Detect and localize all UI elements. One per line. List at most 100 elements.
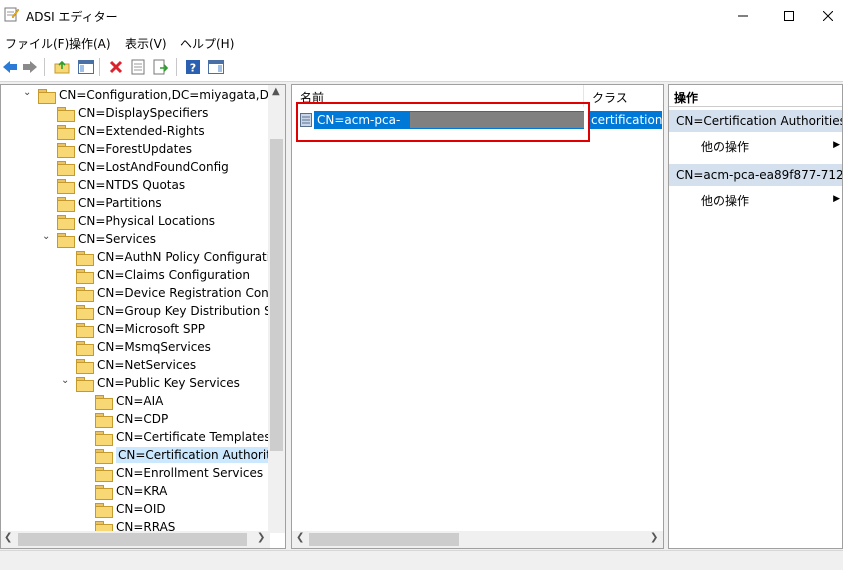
tree-item[interactable]: CN=Configuration,DC=miyagata,DC=loc [38,86,286,104]
action-group-title: CN=acm-pca-ea89f877-712... [676,168,843,182]
show-hide-action-pane-icon [208,60,224,74]
maximize-button[interactable] [766,0,812,31]
chevron-down-icon[interactable]: ⌄ [23,88,33,98]
tree-vertical-scrollbar[interactable]: ▲ [268,85,285,533]
tree-item[interactable]: CN=DisplaySpecifiers [57,104,208,122]
tree-item-label: CN=Enrollment Services [116,466,264,480]
tree-item[interactable]: CN=LostAndFoundConfig [57,158,229,176]
folder-icon [57,106,75,122]
window-title: ADSI エディター [26,10,118,24]
tree-item[interactable]: CN=NetServices [76,356,196,374]
scroll-left-icon[interactable]: ❮ [4,532,12,543]
menu-bar: ファイル(F) 操作(A) 表示(V) ヘルプ(H) [0,31,843,52]
folder-icon [57,214,75,230]
tree-item[interactable]: CN=Microsoft SPP [76,320,205,338]
list-horizontal-scrollbar[interactable]: ❮ ❯ [292,531,663,548]
annotation-highlight-box [296,102,590,142]
action-more-actions[interactable]: 他の操作 [701,192,749,209]
folder-icon [76,322,94,338]
tree-item-label: CN=Configuration,DC=miyagata,DC=loc [59,88,286,102]
tree-item[interactable]: CN=Extended-Rights [57,122,205,140]
tree-item-label: CN=Claims Configuration [97,268,250,282]
tree-item[interactable]: CN=AIA [95,392,163,410]
chevron-down-icon[interactable]: ⌄ [42,232,52,242]
folder-icon [57,232,75,248]
tree-item[interactable]: CN=ForestUpdates [57,140,192,158]
tree-item[interactable]: CN=Certification Authorities [95,446,285,464]
notepad-icon [4,7,19,22]
tree-item[interactable]: CN=Group Key Distribution Servi [76,302,286,320]
close-button[interactable] [812,0,843,31]
scroll-left-icon[interactable]: ❮ [296,532,304,543]
tree-item-label: CN=DisplaySpecifiers [78,106,209,120]
tree-item[interactable]: CN=Claims Configuration [76,266,250,284]
tree-vertical-scroll-thumb[interactable] [270,139,283,451]
tree-item[interactable]: CN=NTDS Quotas [57,176,185,194]
tree-item-label: CN=KRA [116,484,168,498]
maximize-icon [784,10,794,21]
show-hide-tree-button[interactable] [77,58,95,76]
tree-item[interactable]: CN=Public Key Services [76,374,240,392]
scroll-right-icon[interactable]: ❯ [650,532,658,543]
show-hide-action-pane-button[interactable] [207,58,225,76]
back-button[interactable] [1,58,19,76]
action-group-header[interactable]: CN=Certification Authorities [669,110,842,132]
tree-item[interactable]: CN=OID [95,500,166,518]
minimize-button[interactable] [720,0,766,31]
folder-icon [38,88,56,104]
tree-item[interactable]: CN=KRA [95,482,167,500]
delete-button[interactable] [107,58,125,76]
export-list-button[interactable] [152,58,170,76]
tree-item-label: CN=NTDS Quotas [78,178,186,192]
folder-icon [57,160,75,176]
scroll-up-icon[interactable]: ▲ [272,86,280,97]
submenu-arrow-icon: ▶ [833,140,840,150]
tree-item-label: CN=Public Key Services [97,376,240,390]
forward-button[interactable] [21,58,39,76]
tree-item[interactable]: CN=Enrollment Services [95,464,263,482]
properties-button[interactable] [129,58,147,76]
title-bar: ADSI エディター [0,0,843,31]
tree-item-label: CN=Certification Authorities [116,447,285,463]
show-hide-tree-icon [78,60,94,74]
list-item-class: certification... [588,111,662,129]
tree-item-label: CN=Extended-Rights [78,124,205,138]
minimize-icon [738,15,748,16]
tree-item-label: CN=Device Registration Configu [97,286,286,300]
tree-pane: ⌄ CN=Configuration,DC=miyagata,DC=loc CN=D… [0,84,286,549]
tree-horizontal-scrollbar[interactable]: ❮ ❯ [1,531,270,548]
tree-item[interactable]: CN=Device Registration Configu [76,284,286,302]
action-more-actions[interactable]: 他の操作 [701,138,749,155]
tree-item[interactable]: CN=AuthN Policy Configuration [76,248,285,266]
up-one-level-button[interactable] [53,58,71,76]
folder-icon [57,178,75,194]
action-group-header[interactable]: CN=acm-pca-ea89f877-712... [669,164,843,186]
menu-view[interactable]: 表示(V) [125,35,167,52]
help-button[interactable]: ? [184,58,202,76]
menu-help[interactable]: ヘルプ(H) [180,35,234,52]
action-pane-title: 操作 [669,85,842,107]
tree-item-label: CN=Microsoft SPP [97,322,205,336]
tree-item-label: CN=Certificate Templates [116,430,271,444]
tree-item[interactable]: CN=Certificate Templates [95,428,271,446]
list-horizontal-scroll-thumb[interactable] [309,533,459,546]
folder-icon [76,340,94,356]
menu-action[interactable]: 操作(A) [69,35,111,52]
toolbar: ? [0,52,843,82]
column-header-class[interactable]: クラス [584,85,663,107]
tree-item-label: CN=AIA [116,394,164,408]
tree-item[interactable]: CN=Services [57,230,156,248]
tree-item-label: CN=CDP [116,412,169,426]
tree-item[interactable]: CN=CDP [95,410,168,428]
tree-horizontal-scroll-thumb[interactable] [18,533,247,546]
chevron-down-icon[interactable]: ⌄ [61,376,71,386]
tree-item-label: CN=NetServices [97,358,197,372]
folder-icon [95,484,113,500]
tree-item[interactable]: CN=Physical Locations [57,212,215,230]
tree-item[interactable]: CN=MsmqServices [76,338,211,356]
menu-file[interactable]: ファイル(F) [5,35,69,52]
folder-icon [95,448,113,464]
scroll-right-icon[interactable]: ❯ [257,532,265,543]
tree-item[interactable]: CN=Partitions [57,194,162,212]
tree-item-label: CN=Group Key Distribution Servi [97,304,286,318]
